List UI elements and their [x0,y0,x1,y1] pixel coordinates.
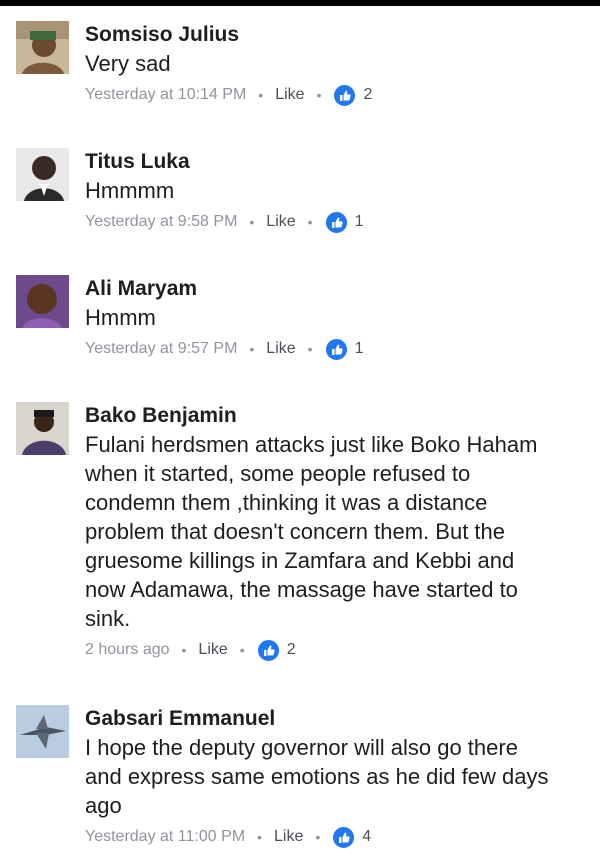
thumbs-up-icon [324,210,348,234]
comment-timestamp[interactable]: 2 hours ago [85,641,170,659]
commenter-name[interactable]: Titus Luka [85,148,585,176]
avatar[interactable] [16,21,69,74]
reaction-summary[interactable]: 1 [324,337,364,361]
avatar[interactable] [16,275,69,328]
separator-dot: • [316,87,322,103]
like-button[interactable]: Like [274,828,303,846]
comment-timestamp[interactable]: Yesterday at 10:14 PM [85,86,246,104]
reaction-summary[interactable]: 4 [332,825,372,849]
avatar-photo-icon [16,402,69,455]
status-bar-edge [0,0,600,6]
comment-meta: 2 hours ago • Like • 2 [85,633,585,667]
avatar-photo-icon [16,148,69,201]
comment-meta: Yesterday at 9:58 PM • Like • 1 [85,205,585,239]
like-count: 4 [362,828,372,845]
comment-meta: Yesterday at 10:14 PM • Like • 2 [85,78,585,112]
commenter-name[interactable]: Gabsari Emmanuel [85,705,585,733]
reaction-summary[interactable]: 2 [333,83,373,107]
reaction-summary[interactable]: 2 [256,638,296,662]
commenter-name[interactable]: Somsiso Julius [85,21,585,49]
avatar[interactable] [16,705,69,758]
separator-dot: • [307,214,313,230]
comment-text: Very sad [85,51,171,76]
separator-dot: • [239,642,245,658]
comment-meta: Yesterday at 9:57 PM • Like • 1 [85,332,585,366]
thumbs-up-icon [333,83,357,107]
thumbs-up-icon [332,825,356,849]
separator-dot: • [315,829,321,845]
reaction-summary[interactable]: 1 [324,210,364,234]
like-count: 1 [354,213,364,230]
like-button[interactable]: Like [266,213,295,231]
avatar-photo-icon [16,21,69,74]
comment-text: Hmmmm [85,178,175,203]
like-button[interactable]: Like [266,340,295,358]
separator-dot: • [249,341,255,357]
comment-timestamp[interactable]: Yesterday at 9:57 PM [85,340,237,358]
thumbs-up-icon [256,638,280,662]
like-button[interactable]: Like [198,641,227,659]
separator-dot: • [249,214,255,230]
avatar-photo-icon [16,275,69,328]
comment-meta: Yesterday at 11:00 PM • Like • 4 [85,820,585,854]
like-count: 2 [363,86,373,103]
comment-text: Hmmm [85,305,156,330]
like-count: 1 [354,340,364,357]
avatar[interactable] [16,402,69,455]
comment-text: I hope the deputy governor will also go … [85,735,549,818]
separator-dot: • [307,341,313,357]
thumbs-up-icon [324,337,348,361]
comment-timestamp[interactable]: Yesterday at 11:00 PM [85,828,245,846]
commenter-name[interactable]: Ali Maryam [85,275,585,303]
avatar-photo-icon [16,705,69,758]
separator-dot: • [257,829,263,845]
like-count: 2 [286,641,296,658]
like-button[interactable]: Like [275,86,304,104]
separator-dot: • [181,642,187,658]
commenter-name[interactable]: Bako Benjamin [85,402,585,430]
comment-text: Fulani herdsmen attacks just like Boko H… [85,432,538,631]
comment-timestamp[interactable]: Yesterday at 9:58 PM [85,213,237,231]
avatar[interactable] [16,148,69,201]
separator-dot: • [258,87,264,103]
